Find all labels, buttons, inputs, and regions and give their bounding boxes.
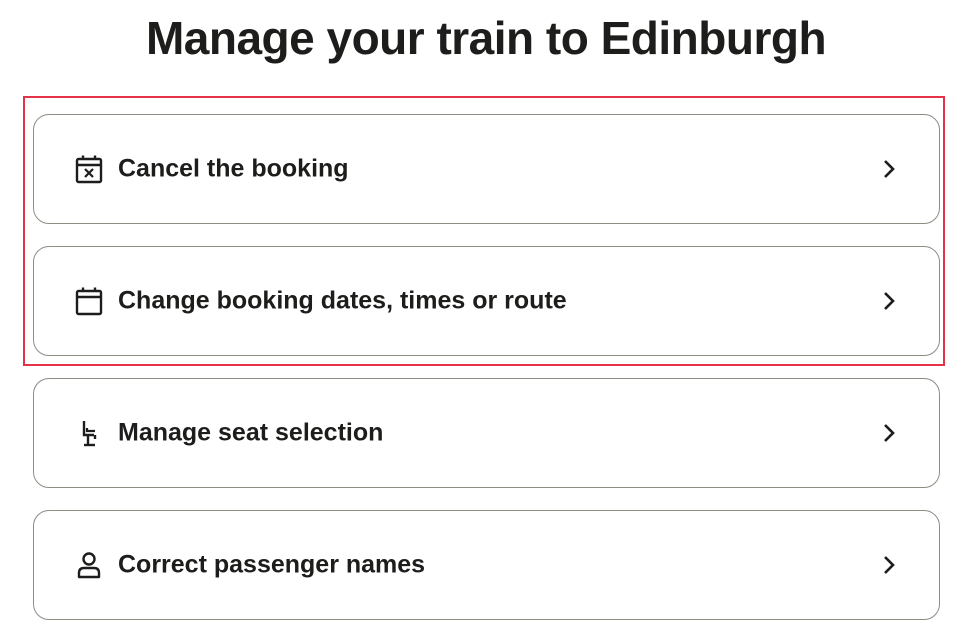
chevron-right-icon [884,292,895,310]
option-label: Manage seat selection [118,418,384,447]
manage-seat-option[interactable]: Manage seat selection [33,378,940,488]
option-label: Cancel the booking [118,154,349,183]
option-label: Change booking dates, times or route [118,286,567,315]
page-title: Manage your train to Edinburgh [145,12,827,64]
option-label: Correct passenger names [118,550,426,579]
seat-icon [74,418,104,448]
chevron-right-icon [884,160,895,178]
chevron-right-icon [884,424,895,442]
change-booking-option[interactable]: Change booking dates, times or route [33,246,940,356]
person-icon [74,550,104,580]
correct-names-option[interactable]: Correct passenger names [33,510,940,620]
calendar-cancel-icon [74,154,104,184]
chevron-right-icon [884,556,895,574]
calendar-icon [74,286,104,316]
cancel-booking-option[interactable]: Cancel the booking [33,114,940,224]
